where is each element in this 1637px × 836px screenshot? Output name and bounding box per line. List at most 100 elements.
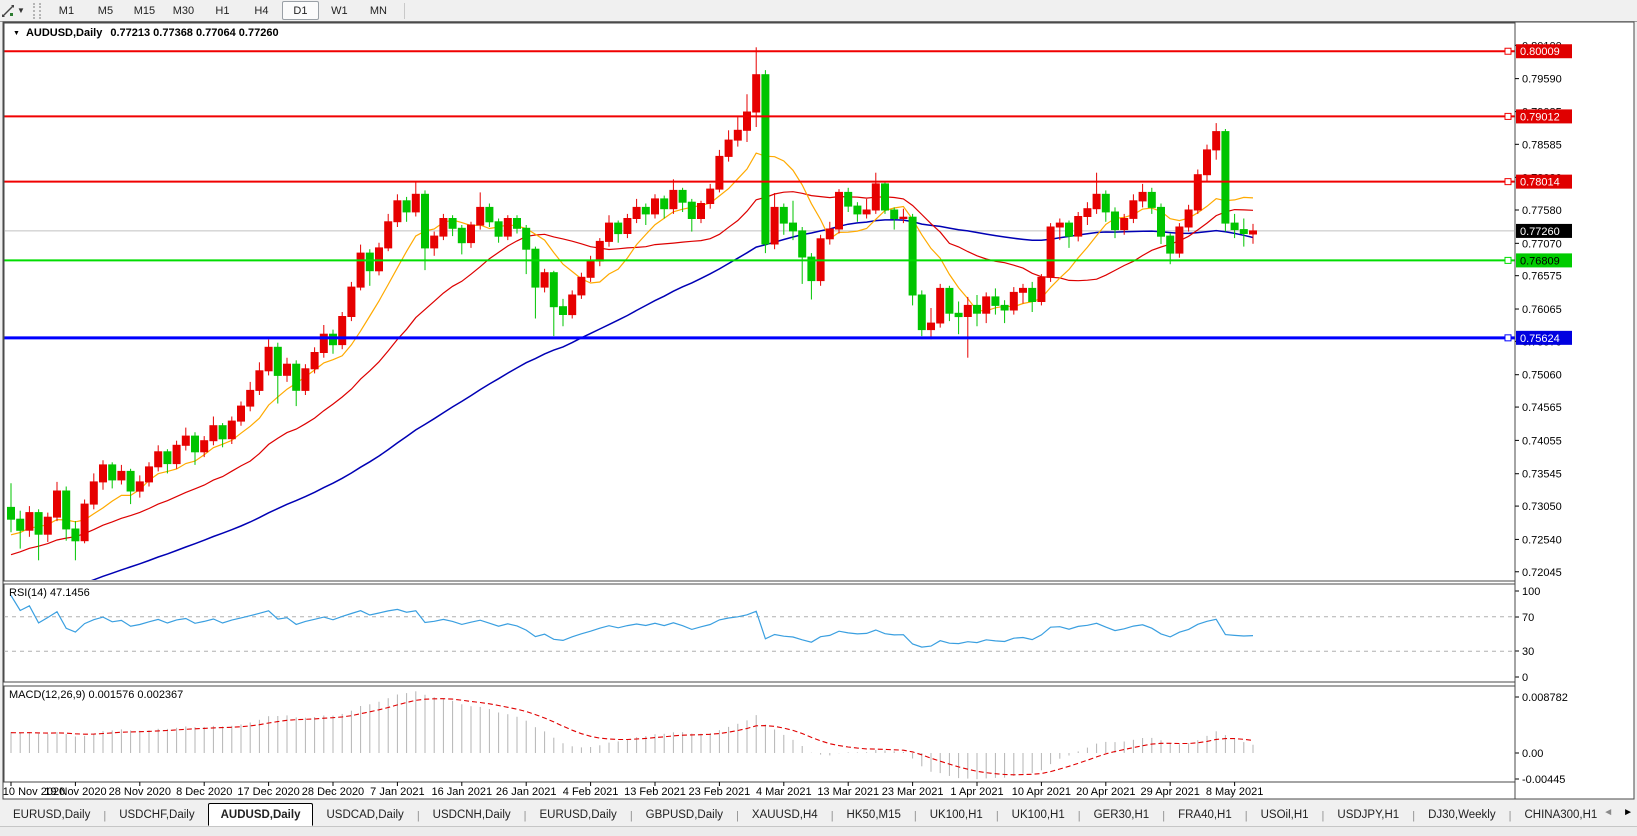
- trading-terminal: ▼ M1 M5 M15 M30 H1 H4 D1 W1 MN ▼ AUDUSD,Daily 0.…: [0, 0, 1637, 836]
- chart-tab-usoil-h1[interactable]: USOil,H1: [1247, 804, 1322, 826]
- chart-tab-gbpusd-daily[interactable]: GBPUSD,Daily: [632, 804, 736, 826]
- bull-candle: [605, 222, 613, 242]
- bear-candle: [34, 512, 43, 535]
- tab-scroll-right-icon[interactable]: ►: [1623, 808, 1633, 818]
- price-tick-label: 0.79590: [1522, 74, 1562, 86]
- bull-candle: [135, 481, 144, 492]
- collapse-arrow-icon[interactable]: ▼: [13, 30, 20, 37]
- level-line-anchor[interactable]: [1504, 47, 1512, 55]
- bull-candle: [1120, 218, 1129, 231]
- bear-candle: [7, 506, 15, 520]
- rsi-indicator-label: RSI(14) 47.1456: [9, 587, 90, 599]
- chart-ohlc-values: 0.77213 0.77368 0.77064 0.77260: [110, 27, 279, 39]
- bull-candle: [927, 322, 935, 331]
- date-tick-label: 19 Nov 2020: [44, 786, 106, 798]
- bear-candle: [614, 222, 623, 235]
- date-tick-label: 10 Apr 2021: [1012, 786, 1071, 798]
- bear-candle: [660, 198, 669, 210]
- tab-scroll-left-icon[interactable]: ◄: [1603, 808, 1613, 818]
- level-line-anchor[interactable]: [1504, 112, 1512, 120]
- chart-tab-dj30-weekly[interactable]: DJ30,Weekly: [1415, 804, 1509, 826]
- bear-candle: [687, 201, 696, 219]
- level-line-anchor[interactable]: [1504, 178, 1512, 186]
- bear-candle: [991, 296, 1000, 306]
- bull-candle: [411, 193, 420, 213]
- level-line-anchor[interactable]: [1504, 256, 1512, 264]
- bear-candle: [62, 490, 71, 530]
- rsi-panel[interactable]: [3, 583, 1516, 683]
- bear-candle: [494, 221, 503, 237]
- bull-candle: [1083, 208, 1092, 217]
- bull-candle: [586, 260, 595, 278]
- bear-candle: [853, 205, 862, 215]
- macd-panel[interactable]: [3, 685, 1516, 783]
- bull-candle: [1203, 149, 1211, 176]
- chart-tab-china300-h1[interactable]: CHINA300,H1: [1511, 804, 1604, 826]
- chart-tab-uk100-h1[interactable]: UK100,H1: [998, 804, 1078, 826]
- price-tick-label: 0.77580: [1522, 205, 1562, 217]
- bull-candle: [375, 247, 383, 272]
- bull-candle: [80, 503, 89, 542]
- bear-candle: [641, 206, 650, 215]
- bull-candle: [1055, 222, 1064, 228]
- chart-tab-usdjpy-h1[interactable]: USDJPY,H1: [1324, 804, 1413, 826]
- chart-tab-ger30-h1[interactable]: GER30,H1: [1080, 804, 1163, 826]
- bear-candle: [108, 464, 117, 481]
- bull-candle: [338, 316, 347, 346]
- bear-candle: [917, 294, 926, 331]
- bull-candle: [356, 252, 365, 288]
- bear-candle: [1111, 211, 1119, 231]
- bull-candle: [467, 224, 475, 244]
- bull-candle: [733, 129, 742, 141]
- date-tick-label: 29 Apr 2021: [1141, 786, 1200, 798]
- bull-candle: [439, 218, 448, 237]
- bull-candle: [1074, 216, 1083, 237]
- chart-tab-audusd-daily[interactable]: AUDUSD,Daily: [207, 803, 314, 826]
- bull-candle: [99, 464, 107, 483]
- bear-candle: [1239, 229, 1248, 235]
- bear-candle: [1230, 222, 1239, 231]
- bear-candle: [402, 200, 411, 213]
- bear-candle: [16, 518, 25, 531]
- chart-tab-usdchf-daily[interactable]: USDCHF,Daily: [106, 804, 208, 826]
- bull-candle: [1193, 174, 1202, 211]
- chart-tab-hk50-m15[interactable]: HK50,M15: [833, 804, 914, 826]
- bull-candle: [651, 198, 659, 215]
- macd-tick-label: -0.00445: [1522, 774, 1565, 786]
- date-tick-label: 7 Jan 2021: [370, 786, 424, 798]
- chart-tab-eurusd-daily[interactable]: EURUSD,Daily: [0, 804, 104, 826]
- price-tick-label: 0.76065: [1522, 304, 1562, 316]
- bear-candle: [1065, 222, 1073, 237]
- bull-candle: [706, 188, 715, 205]
- bull-candle: [154, 451, 163, 468]
- bull-candle: [568, 294, 577, 316]
- level-line-anchor[interactable]: [1504, 334, 1512, 342]
- bull-candle: [871, 183, 880, 211]
- price-tick-label: 0.73050: [1522, 501, 1562, 513]
- chart-tab-xauusd-h4[interactable]: XAUUSD,H4: [738, 804, 831, 826]
- bear-candle: [531, 248, 540, 288]
- chart-tab-usdcad-daily[interactable]: USDCAD,Daily: [313, 804, 417, 826]
- window-resize-strip: [0, 826, 1637, 836]
- macd-indicator-label: MACD(12,26,9) 0.001576 0.002367: [9, 689, 184, 701]
- chart-tab-eurusd-daily[interactable]: EURUSD,Daily: [526, 804, 630, 826]
- chart-title: ▼ AUDUSD,Daily 0.77213 0.77368 0.77064 0…: [13, 27, 279, 39]
- bull-candle: [1212, 131, 1221, 151]
- bull-candle: [264, 346, 273, 372]
- chart-tab-fra40-h1[interactable]: FRA40,H1: [1165, 804, 1245, 826]
- bull-candle: [25, 512, 34, 531]
- bull-candle: [43, 516, 52, 535]
- bull-candle: [1184, 209, 1193, 228]
- chart-tab-uk100-h1[interactable]: UK100,H1: [916, 804, 996, 826]
- price-tick-label: 0.74565: [1522, 402, 1562, 414]
- macd-tick-label: 0.00: [1522, 748, 1543, 760]
- price-tick-label: 0.74055: [1522, 435, 1562, 447]
- chart-tab-usdcnh-daily[interactable]: USDCNH,Daily: [419, 804, 524, 826]
- bull-candle: [1175, 226, 1184, 254]
- price-chart[interactable]: 0.801000.795900.790850.785850.780800.775…: [0, 0, 1637, 803]
- bear-candle: [1221, 131, 1230, 224]
- bear-candle: [973, 304, 981, 314]
- bear-candle: [1147, 191, 1156, 208]
- bear-candle: [163, 451, 172, 465]
- rsi-tick-label: 100: [1522, 586, 1540, 598]
